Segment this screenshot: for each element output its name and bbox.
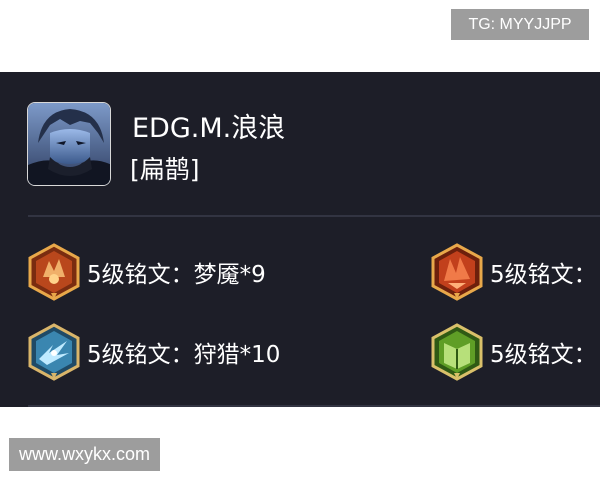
rune-row: 5级铭文：狩猎*10 — [27, 323, 280, 381]
player-name: EDG.M.浪浪 — [132, 113, 286, 144]
divider — [28, 405, 600, 407]
rune-red-icon — [431, 243, 483, 301]
rune-label: 5级铭文：梦魇*9 — [87, 262, 266, 288]
rune-row: 5级铭文： — [430, 323, 597, 381]
hero-portrait-icon — [27, 102, 111, 186]
telegram-watermark: TG: MYYJJPP — [451, 9, 589, 40]
rune-label: 5级铭文： — [490, 262, 597, 288]
rune-label: 5级铭文：狩猎*10 — [87, 342, 281, 368]
rune-row: 5级铭文：梦魇*9 — [27, 243, 266, 301]
site-watermark: www.wxykx.com — [9, 438, 160, 471]
divider — [28, 215, 600, 217]
hero-rune-card: EDG.M.浪浪 [扁鹊] 5级铭文：梦魇*9 5级铭文： 5级铭文：狩猎*10… — [0, 72, 600, 407]
rune-green-icon — [431, 323, 483, 381]
rune-row: 5级铭文： — [430, 243, 597, 301]
rune-label: 5级铭文： — [490, 342, 597, 368]
rune-hunt-icon — [28, 323, 80, 381]
hero-title: [扁鹊] — [130, 155, 200, 184]
rune-nightmare-icon — [28, 243, 80, 301]
